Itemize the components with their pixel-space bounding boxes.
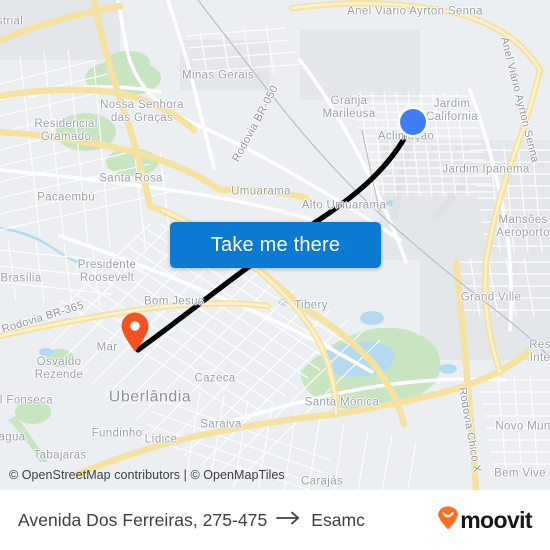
map-canvas[interactable]: strialAnel Viário Ayrton SennaMinas Gera… <box>0 0 550 490</box>
origin-dot-marker[interactable] <box>400 109 426 135</box>
moovit-logo[interactable]: moovit <box>437 505 533 535</box>
moovit-route-card: strialAnel Viário Ayrton SennaMinas Gera… <box>0 0 550 550</box>
route-destination-label: Esamc <box>311 509 365 530</box>
route-summary: Avenida Dos Ferreiras, 275-475 Esamc <box>18 510 437 531</box>
route-origin-label: Avenida Dos Ferreiras, 275-475 <box>18 509 268 530</box>
footer-bar: Avenida Dos Ferreiras, 275-475 Esamc moo… <box>0 490 550 550</box>
destination-pin-marker[interactable] <box>120 312 150 352</box>
arrow-right-icon <box>276 511 302 529</box>
moovit-pin-icon <box>437 505 459 535</box>
moovit-wordmark: moovit <box>460 506 532 533</box>
map-attribution[interactable]: © OpenStreetMap contributors | © OpenMap… <box>9 468 285 482</box>
take-me-there-button[interactable]: Take me there <box>170 222 381 268</box>
